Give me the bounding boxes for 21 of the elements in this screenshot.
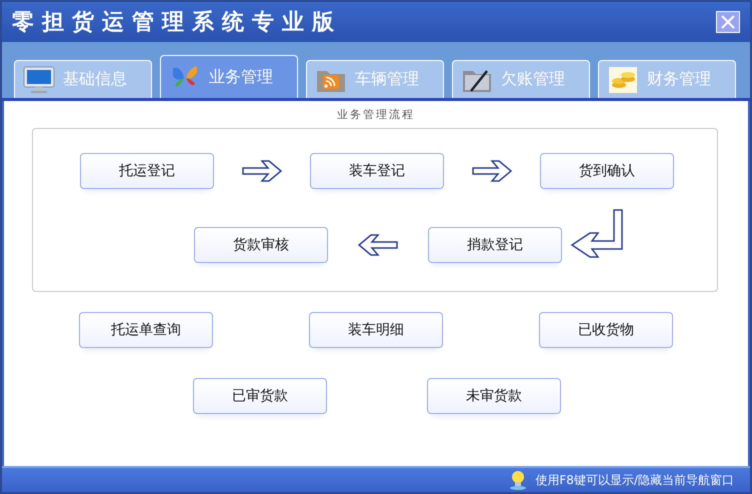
flow-step-button[interactable]: 捎款登记 <box>428 227 562 263</box>
flow-step-button[interactable]: 货款审核 <box>194 227 328 263</box>
right-arrow-icon <box>472 160 512 182</box>
flow-step-button[interactable]: 托运登记 <box>80 153 214 189</box>
shortcut-button[interactable]: 未审货款 <box>427 378 561 414</box>
lightbulb-icon <box>509 470 528 490</box>
monitor-icon <box>23 64 55 94</box>
right-arrow-icon <box>242 160 282 182</box>
coins-icon <box>607 64 639 94</box>
left-arrow-icon <box>358 234 398 256</box>
shortcut-button[interactable]: 已收货物 <box>539 312 673 348</box>
flow-step-button[interactable]: 货到确认 <box>540 153 674 189</box>
status-text: 使用F8键可以显示/隐藏当前导航窗口 <box>535 472 734 488</box>
shortcut-button[interactable]: 已审货款 <box>193 378 327 414</box>
flow-step-button[interactable]: 装车登记 <box>310 153 444 189</box>
return-arrow-icon <box>570 209 624 259</box>
close-button[interactable] <box>716 11 740 33</box>
window-title: 零担货运管理系统专业版 <box>12 9 342 37</box>
shortcut-button[interactable]: 托运单查询 <box>79 312 213 348</box>
shortcut-button[interactable]: 装车明细 <box>309 312 443 348</box>
section-caption: 业务管理流程 <box>336 107 416 122</box>
